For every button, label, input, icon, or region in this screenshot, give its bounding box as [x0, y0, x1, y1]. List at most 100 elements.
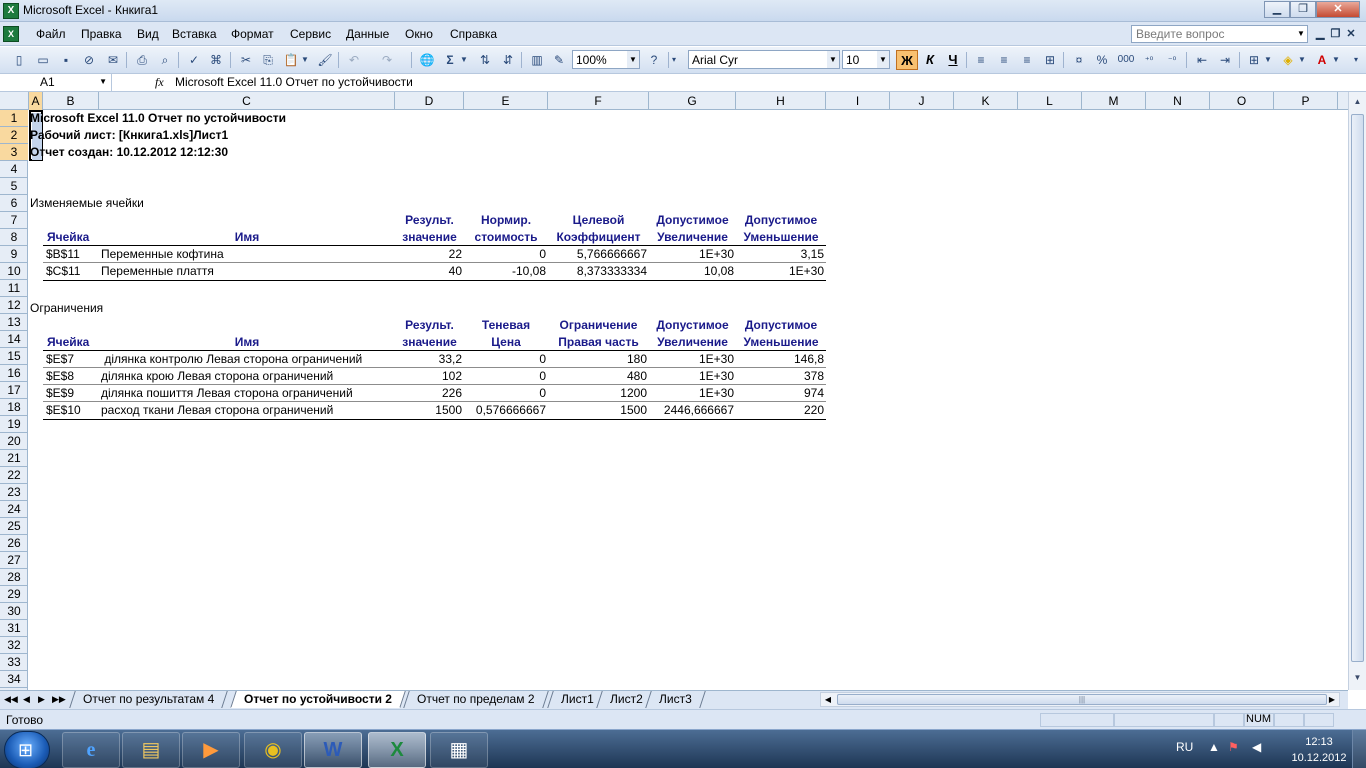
- column-header-i[interactable]: I: [826, 92, 890, 110]
- horizontal-scrollbar[interactable]: ◀ ||| ▶: [820, 692, 1340, 707]
- menu-view[interactable]: Вид: [137, 27, 159, 41]
- table-cell[interactable]: Переменные плаття: [101, 263, 214, 280]
- thousands-button[interactable]: 000: [1115, 51, 1137, 69]
- table-cell[interactable]: 220: [736, 402, 824, 419]
- row-header[interactable]: 8: [0, 229, 28, 246]
- header-name[interactable]: Имя: [99, 229, 395, 246]
- row-header[interactable]: 24: [0, 501, 28, 518]
- save-icon[interactable]: ▪: [57, 51, 75, 69]
- table-cell[interactable]: 974: [736, 385, 824, 402]
- report-worksheet[interactable]: Рабочий лист: [Кнкига1.xls]Лист1: [30, 127, 228, 144]
- header-increase[interactable]: Увеличение: [649, 334, 736, 351]
- row-header[interactable]: 20: [0, 433, 28, 450]
- italic-button[interactable]: К: [919, 50, 941, 70]
- row-header[interactable]: 10: [0, 263, 28, 280]
- table-cell[interactable]: 146,8: [736, 351, 824, 368]
- row-header[interactable]: 29: [0, 586, 28, 603]
- column-header-c[interactable]: C: [99, 92, 395, 110]
- cell-grid[interactable]: Microsoft Excel 11.0 Отчет по устойчивос…: [29, 110, 1348, 690]
- undo-icon[interactable]: ↶: [345, 51, 363, 69]
- menu-file[interactable]: Файл: [36, 27, 66, 41]
- system-clock[interactable]: 12:13 10.12.2012: [1290, 734, 1348, 766]
- name-box[interactable]: A1 ▼: [0, 74, 112, 91]
- font-size-select[interactable]: 10 ▼: [842, 50, 890, 69]
- restore-button[interactable]: ❐: [1290, 1, 1316, 18]
- autosum-dropdown-icon[interactable]: ▼: [459, 51, 469, 69]
- table-cell[interactable]: $E$7: [46, 351, 74, 368]
- menu-insert[interactable]: Вставка: [172, 27, 217, 41]
- table-cell[interactable]: 2446,666667: [649, 402, 734, 419]
- table-cell[interactable]: 0: [464, 351, 546, 368]
- media-player-icon[interactable]: ▶: [182, 732, 240, 768]
- borders-dropdown-icon[interactable]: ▼: [1263, 51, 1273, 69]
- header-top-increase[interactable]: Допустимое: [649, 212, 736, 229]
- percent-button[interactable]: %: [1093, 51, 1111, 69]
- cut-icon[interactable]: ✂: [237, 51, 255, 69]
- increase-indent-icon[interactable]: ⇥: [1216, 51, 1234, 69]
- row-header[interactable]: 17: [0, 382, 28, 399]
- sort-descending-icon[interactable]: ⇵: [499, 51, 517, 69]
- header-top-decrease[interactable]: Допустимое: [736, 212, 826, 229]
- select-all-corner[interactable]: [0, 92, 29, 110]
- minimize-button[interactable]: ▁: [1264, 1, 1290, 18]
- chrome-icon[interactable]: ◉: [244, 732, 302, 768]
- align-left-icon[interactable]: ≡: [972, 51, 990, 69]
- table-cell[interactable]: 3,15: [736, 246, 824, 263]
- show-desktop-button[interactable]: [1352, 730, 1366, 768]
- row-header[interactable]: 7: [0, 212, 28, 229]
- table-cell[interactable]: 180: [548, 351, 647, 368]
- header-decrease[interactable]: Уменьшение: [736, 229, 826, 246]
- zoom-select[interactable]: 100% ▼: [572, 50, 640, 69]
- row-header[interactable]: 22: [0, 467, 28, 484]
- row-header[interactable]: 30: [0, 603, 28, 620]
- table-cell[interactable]: 1E+30: [736, 263, 824, 280]
- menu-format[interactable]: Формат: [231, 27, 274, 41]
- row-header[interactable]: 27: [0, 552, 28, 569]
- header-value[interactable]: значение: [395, 229, 464, 246]
- last-sheet-icon[interactable]: ▶▶: [52, 694, 66, 705]
- row-header[interactable]: 33: [0, 654, 28, 671]
- paste-icon[interactable]: 📋: [282, 51, 300, 69]
- row-header[interactable]: 26: [0, 535, 28, 552]
- menu-tools[interactable]: Сервис: [290, 27, 331, 41]
- language-indicator[interactable]: RU: [1176, 740, 1193, 754]
- open-icon[interactable]: ▭: [34, 51, 52, 69]
- tray-expand-icon[interactable]: ▲: [1208, 740, 1220, 754]
- column-header-m[interactable]: M: [1082, 92, 1146, 110]
- row-header[interactable]: 3: [0, 144, 28, 161]
- header-top-value[interactable]: Результ.: [395, 317, 464, 334]
- table-cell[interactable]: 1500: [395, 402, 462, 419]
- insert-function-icon[interactable]: fx: [155, 74, 164, 91]
- row-header[interactable]: 2: [0, 127, 28, 144]
- network-icon[interactable]: ⚑: [1228, 740, 1239, 754]
- section-title-constraints[interactable]: Ограничения: [30, 300, 103, 317]
- sheet-tab-list3[interactable]: Лист3: [645, 691, 706, 708]
- table-cell[interactable]: 1E+30: [649, 351, 734, 368]
- table-cell[interactable]: 40: [395, 263, 462, 280]
- chevron-down-icon[interactable]: ▼: [99, 77, 107, 86]
- redo-icon[interactable]: ↷: [378, 51, 396, 69]
- row-header[interactable]: 16: [0, 365, 28, 382]
- workbook-minimize-icon[interactable]: ▁: [1316, 27, 1324, 40]
- help-dropdown-icon[interactable]: ▼: [1295, 26, 1307, 42]
- first-sheet-icon[interactable]: ◀◀: [4, 694, 18, 705]
- excel-app-icon[interactable]: X: [3, 3, 19, 19]
- font-color-dropdown-icon[interactable]: ▼: [1331, 51, 1341, 69]
- column-header-a[interactable]: A: [29, 92, 43, 110]
- print-icon[interactable]: ⎙: [133, 51, 151, 69]
- table-cell[interactable]: 378: [736, 368, 824, 385]
- underline-button[interactable]: Ч: [942, 50, 964, 70]
- column-header-l[interactable]: L: [1018, 92, 1082, 110]
- table-cell[interactable]: ділянка крою Левая сторона ограничений: [101, 368, 333, 385]
- start-button[interactable]: ⊞: [4, 731, 50, 768]
- section-title-changing-cells[interactable]: Изменяемые ячейки: [30, 195, 144, 212]
- chart-wizard-icon[interactable]: ▥: [528, 51, 546, 69]
- row-header[interactable]: 6: [0, 195, 28, 212]
- scroll-up-icon[interactable]: ▲: [1349, 94, 1366, 110]
- fill-dropdown-icon[interactable]: ▼: [1297, 51, 1307, 69]
- table-cell[interactable]: ділянка контролю Левая сторона ограничен…: [101, 351, 362, 368]
- drawing-icon[interactable]: ✎: [550, 51, 568, 69]
- table-cell[interactable]: 8,373333334: [548, 263, 647, 280]
- table-cell[interactable]: 0: [464, 368, 546, 385]
- horizontal-scroll-thumb[interactable]: |||: [837, 694, 1327, 705]
